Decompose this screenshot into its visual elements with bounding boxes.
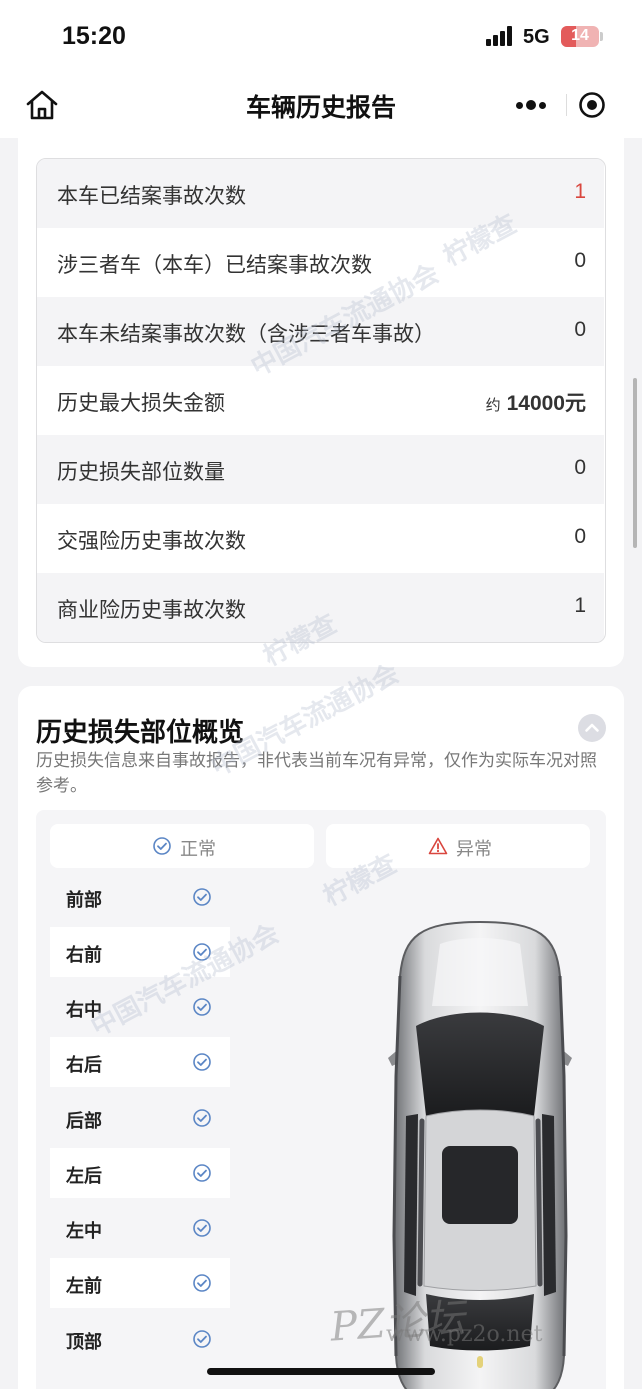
- part-label: 前部: [66, 890, 102, 910]
- status-bar: 15:20 5G 14: [0, 0, 642, 72]
- stat-label: 交强险历史事故次数: [57, 530, 246, 553]
- part-row-left-rear: 左后: [50, 1148, 230, 1198]
- stat-label: 历史损失部位数量: [57, 461, 225, 484]
- battery-level: 14: [571, 27, 589, 44]
- stat-value: 0: [574, 318, 586, 341]
- more-button[interactable]: [496, 81, 566, 129]
- check-circle-icon: [193, 1330, 211, 1348]
- collapse-button[interactable]: [578, 714, 606, 742]
- legend-normal: 正常: [50, 824, 314, 868]
- damage-parts-panel: 正常 异常 前部 右前 右中 右后 后部 左后 左中 左前 顶部: [36, 810, 606, 1389]
- mini-program-capsule: [496, 81, 636, 129]
- nav-bar: 车辆历史报告: [0, 72, 642, 138]
- stat-row: 涉三者车（本车）已结案事故次数 0: [37, 228, 604, 297]
- stat-row: 本车已结案事故次数 1: [37, 159, 604, 228]
- stat-value: 0: [574, 456, 586, 479]
- forum-url-watermark: www.pz2o.net: [386, 1322, 543, 1347]
- check-circle-icon: [193, 888, 211, 906]
- part-label: 顶部: [66, 1332, 102, 1352]
- part-label: 左中: [66, 1221, 102, 1241]
- capsule-divider: [566, 94, 567, 116]
- chevron-up-icon: [585, 723, 599, 732]
- part-row-right-rear: 右后: [50, 1037, 230, 1087]
- stat-value: 0: [574, 249, 586, 272]
- stat-row: 历史最大损失金额 约 14000元: [37, 366, 604, 435]
- part-label: 右后: [66, 1055, 102, 1075]
- accident-stats-card: 本车已结案事故次数 1 涉三者车（本车）已结案事故次数 0 本车未结案事故次数（…: [18, 138, 624, 667]
- max-loss-value: 14000元: [506, 392, 586, 415]
- signal-icon: [486, 26, 516, 46]
- part-label: 后部: [66, 1111, 102, 1131]
- approx-prefix: 约: [485, 397, 501, 414]
- scrollbar[interactable]: [633, 378, 637, 548]
- part-row-front: 前部: [50, 872, 230, 922]
- legend-normal-label: 正常: [180, 839, 216, 859]
- accident-stats-table: 本车已结案事故次数 1 涉三者车（本车）已结案事故次数 0 本车未结案事故次数（…: [36, 158, 606, 643]
- home-indicator[interactable]: [207, 1368, 435, 1375]
- stat-row: 交强险历史事故次数 0: [37, 504, 604, 573]
- stat-label: 本车未结案事故次数（含涉三者车事故）: [57, 323, 435, 346]
- part-label: 右前: [66, 945, 102, 965]
- battery-tip: [600, 32, 603, 41]
- part-row-left-front: 左前: [50, 1258, 230, 1308]
- stat-value: 1: [574, 594, 586, 617]
- part-row-left-middle: 左中: [50, 1203, 230, 1253]
- section-title: 历史损失部位概览: [36, 717, 245, 747]
- stat-label: 涉三者车（本车）已结案事故次数: [57, 254, 372, 277]
- stat-label: 商业险历史事故次数: [57, 599, 246, 622]
- stat-row: 历史损失部位数量 0: [37, 435, 604, 504]
- stat-label: 历史最大损失金额: [57, 392, 225, 415]
- check-circle-icon: [193, 998, 211, 1016]
- warning-icon: [428, 837, 448, 855]
- check-circle-icon: [193, 1274, 211, 1292]
- stat-value: 0: [574, 525, 586, 548]
- max-loss-amount: 约 14000元: [486, 387, 586, 417]
- close-button[interactable]: [578, 91, 606, 119]
- part-label: 左后: [66, 1166, 102, 1186]
- status-time: 15:20: [62, 22, 126, 50]
- stat-label: 本车已结案事故次数: [57, 185, 246, 208]
- section-description: 历史损失信息来自事故报告，非代表当前车况有异常，仅作为实际车况对照参考。: [36, 751, 597, 795]
- legend-abnormal-label: 异常: [456, 839, 492, 859]
- check-circle-icon: [153, 837, 171, 855]
- part-row-rear: 后部: [50, 1093, 230, 1143]
- check-circle-icon: [193, 1164, 211, 1182]
- battery-icon: 14: [561, 26, 599, 47]
- target-close-icon: [579, 92, 605, 118]
- stat-value: 1: [574, 180, 586, 203]
- check-circle-icon: [193, 1109, 211, 1127]
- part-row-roof: 顶部: [50, 1314, 230, 1364]
- part-label: 左前: [66, 1276, 102, 1296]
- check-circle-icon: [193, 1219, 211, 1237]
- check-circle-icon: [193, 1053, 211, 1071]
- network-type: 5G: [523, 26, 550, 48]
